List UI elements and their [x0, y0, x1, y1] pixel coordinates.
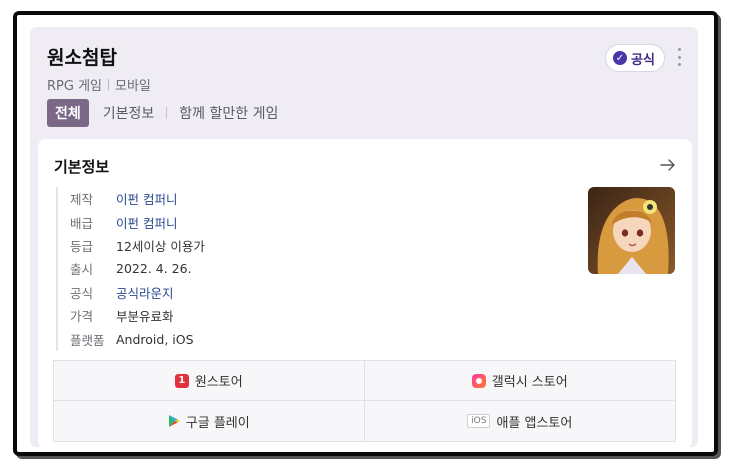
release-date-value: 2022. 4. 26. [116, 261, 192, 277]
info-key: 배급 [70, 215, 94, 231]
apple-appstore-link[interactable]: iOS 애플 앱스토어 [365, 401, 676, 441]
game-title: 원소첨탑 [47, 47, 117, 69]
price-value: 부분유료화 [116, 309, 174, 325]
arrow-right-icon[interactable] [660, 158, 676, 172]
galaxy-store-link[interactable]: 갤럭시 스토어 [364, 361, 675, 401]
info-row-publisher: 배급 이펀 컴퍼니 [70, 210, 205, 233]
store-label: 애플 앱스토어 [496, 415, 573, 431]
store-label: 구글 플레이 [185, 415, 250, 431]
info-row-platform: 플랫폼 Android, iOS [70, 327, 205, 350]
game-thumbnail[interactable] [588, 187, 675, 274]
info-row-release: 출시 2022. 4. 26. [70, 257, 205, 280]
more-options-icon[interactable] [676, 48, 682, 66]
store-links: 1 원스토어 갤럭시 스토어 구글 플레이 iOS 애플 앱스토어 [53, 360, 676, 442]
check-icon: ✓ [613, 51, 627, 65]
google-play-icon [168, 415, 180, 427]
platform-value: Android, iOS [116, 331, 194, 347]
info-key: 공식 [70, 285, 94, 301]
rating-value: 12세이상 이용가 [116, 238, 205, 254]
tab-basic-info[interactable]: 기본정보 [95, 99, 163, 127]
divider [166, 107, 168, 119]
google-play-link[interactable]: 구글 플레이 [54, 401, 365, 441]
info-row-rating: 등급 12세이상 이용가 [70, 234, 205, 257]
info-key: 플랫폼 [70, 332, 105, 348]
store-label: 원스토어 [194, 375, 243, 390]
official-lounge-link[interactable]: 공식라운지 [116, 283, 174, 302]
publisher-link[interactable]: 이펀 컴퍼니 [116, 213, 177, 232]
official-badge[interactable]: ✓ 공식 [605, 44, 665, 72]
store-label: 갤럭시 스토어 [491, 375, 568, 390]
tab-related-games[interactable]: 함께 할만한 게임 [171, 99, 286, 127]
card-title: 기본정보 [54, 158, 110, 176]
onestore-link[interactable]: 1 원스토어 [54, 361, 365, 401]
tab-bar: 전체 기본정보 함께 할만한 게임 [47, 99, 286, 127]
official-badge-label: 공식 [631, 52, 655, 68]
maker-link[interactable]: 이펀 컴퍼니 [116, 189, 177, 208]
tab-all[interactable]: 전체 [47, 99, 89, 127]
genre-label[interactable]: RPG 게임 [47, 75, 102, 94]
info-key: 등급 [70, 238, 94, 254]
info-key: 출시 [70, 262, 94, 278]
ios-icon: iOS [467, 414, 491, 428]
info-list: 제작 이펀 컴퍼니 배급 이펀 컴퍼니 등급 12세이상 이용가 출시 2022… [56, 187, 205, 351]
info-key: 제작 [70, 192, 94, 208]
info-key: 가격 [70, 309, 94, 325]
info-row-price: 가격 부분유료화 [70, 304, 205, 327]
game-subtitle: RPG 게임 모바일 [47, 75, 151, 94]
onestore-icon: 1 [174, 373, 189, 388]
platform-type-label[interactable]: 모바일 [115, 75, 151, 94]
divider [108, 79, 109, 90]
info-row-official: 공식 공식라운지 [70, 281, 205, 304]
info-row-maker: 제작 이펀 컴퍼니 [70, 187, 205, 210]
galaxy-store-icon [471, 373, 486, 388]
